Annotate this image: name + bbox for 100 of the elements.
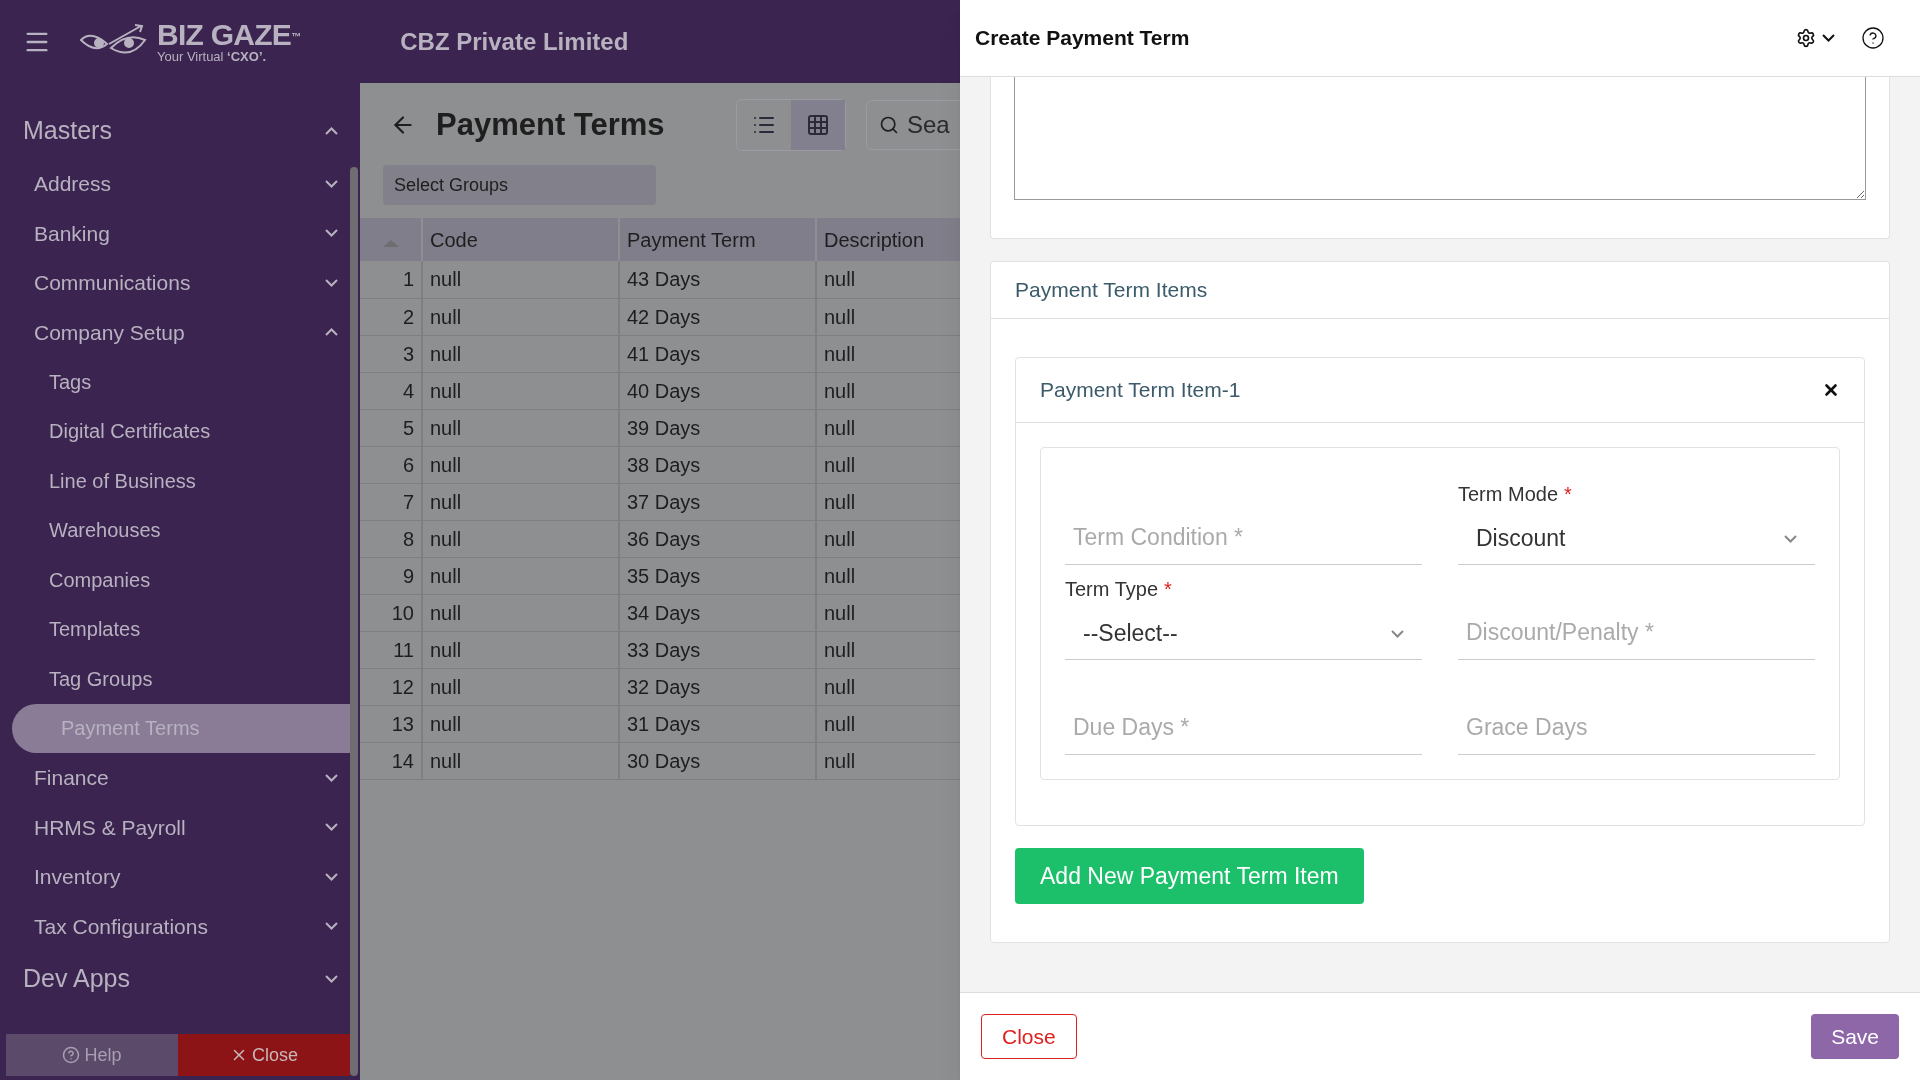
table-cell: null (816, 742, 960, 779)
row-number: 14 (360, 742, 422, 779)
sidebar-subitem[interactable]: Warehouses (0, 505, 350, 555)
table-cell: null (422, 631, 619, 668)
table-cell: 40 Days (619, 372, 816, 409)
page-title: Payment Terms (436, 105, 666, 144)
settings-icon[interactable] (1796, 28, 1816, 48)
table-cell: null (422, 557, 619, 594)
table-cell: null (422, 372, 619, 409)
sidebar-item[interactable]: Company Setup (0, 307, 350, 357)
save-button[interactable]: Save (1811, 1014, 1899, 1059)
table-cell: 41 Days (619, 335, 816, 372)
chevron-down-icon (325, 278, 338, 287)
chevron-down-icon (325, 922, 338, 931)
row-number: 6 (360, 446, 422, 483)
table-cell: null (422, 335, 619, 372)
table-cell: 30 Days (619, 742, 816, 779)
logo-tagline: Your Virtual ‘CXO’. (157, 50, 268, 63)
table-cell: null (422, 298, 619, 335)
row-number: 1 (360, 261, 422, 298)
row-number: 3 (360, 335, 422, 372)
table-cell: 38 Days (619, 446, 816, 483)
drawer-title: Create Payment Term (975, 25, 1191, 52)
table-cell: 35 Days (619, 557, 816, 594)
table-cell: null (422, 705, 619, 742)
column-header[interactable]: Description (816, 218, 960, 261)
table-cell: null (422, 520, 619, 557)
row-number: 7 (360, 483, 422, 520)
group-select[interactable]: Select Groups (383, 165, 656, 205)
chevron-up-icon (325, 127, 338, 135)
table-cell: null (816, 446, 960, 483)
field-label: Term Type (1065, 577, 1158, 602)
grid-icon (806, 113, 830, 137)
sidebar-item[interactable]: Communications (0, 258, 350, 308)
scrollbar[interactable] (350, 167, 358, 1076)
table-cell: null (816, 557, 960, 594)
table-cell: null (816, 594, 960, 631)
table-cell: 31 Days (619, 705, 816, 742)
table-cell: null (816, 705, 960, 742)
table-cell: 42 Days (619, 298, 816, 335)
table-cell: null (816, 520, 960, 557)
table-cell: null (816, 261, 960, 298)
chevron-down-icon (325, 229, 338, 238)
table-cell: null (422, 594, 619, 631)
table-cell: null (422, 409, 619, 446)
close-button[interactable]: Close (178, 1034, 350, 1076)
table-cell: 39 Days (619, 409, 816, 446)
table-cell: null (816, 335, 960, 372)
row-number: 10 (360, 594, 422, 631)
chevron-down-icon (325, 179, 338, 188)
sidebar-subitem[interactable]: Line of Business (0, 456, 350, 506)
required-mark: * (1164, 577, 1172, 602)
section-title: Payment Term Items (991, 262, 1889, 319)
table-cell: null (816, 483, 960, 520)
chevron-down-icon (1822, 34, 1835, 42)
table-cell: 32 Days (619, 668, 816, 705)
sidebar-section[interactable]: Masters (0, 103, 350, 159)
chevron-down-icon (1391, 629, 1404, 638)
row-number: 12 (360, 668, 422, 705)
column-header[interactable]: Payment Term (619, 218, 816, 261)
help-icon[interactable] (1861, 26, 1885, 50)
table-cell: null (816, 372, 960, 409)
sidebar-subitem[interactable]: Companies (0, 555, 350, 605)
sidebar-item[interactable]: Finance (0, 753, 350, 803)
row-number: 2 (360, 298, 422, 335)
table-cell: null (422, 446, 619, 483)
row-number: 4 (360, 372, 422, 409)
field-label: Term Mode (1458, 482, 1559, 507)
sidebar-item[interactable]: Tax Configurations (0, 901, 350, 951)
company-name: CBZ Private Limited (400, 26, 629, 57)
sidebar-item[interactable]: Inventory (0, 852, 350, 902)
sidebar-item[interactable]: Banking (0, 208, 350, 258)
sidebar-subitem[interactable]: Digital Certificates (0, 406, 350, 456)
sidebar-item[interactable]: HRMS & Payroll (0, 802, 350, 852)
sidebar-item[interactable]: Address (0, 159, 350, 209)
chevron-up-icon (325, 328, 338, 337)
table-cell: null (422, 483, 619, 520)
column-header[interactable]: Code (422, 218, 619, 261)
row-number: 9 (360, 557, 422, 594)
sidebar-subitem[interactable]: Tag Groups (0, 654, 350, 704)
table-cell: 36 Days (619, 520, 816, 557)
sidebar-subitem[interactable]: Templates (0, 604, 350, 654)
close-icon[interactable] (1822, 381, 1840, 399)
grid-view-button[interactable] (791, 100, 845, 150)
table-cell: null (816, 409, 960, 446)
logo-wordmark: BIZ GAZE$^{™}$ (157, 20, 301, 50)
row-number: 8 (360, 520, 422, 557)
table-cell: null (816, 631, 960, 668)
help-icon (62, 1046, 81, 1064)
table-cell: 37 Days (619, 483, 816, 520)
table-cell: null (422, 668, 619, 705)
search-icon (879, 115, 899, 135)
required-mark: * (1564, 482, 1572, 507)
item-title: Payment Term Item-1 (1040, 377, 1241, 404)
table-cell: 33 Days (619, 631, 816, 668)
chevron-down-icon (325, 773, 338, 782)
close-button[interactable]: Close (981, 1014, 1077, 1059)
sidebar-section[interactable]: Dev Apps (0, 951, 350, 1007)
sidebar-subitem[interactable]: Tags (0, 357, 350, 407)
chevron-down-icon (325, 823, 338, 832)
